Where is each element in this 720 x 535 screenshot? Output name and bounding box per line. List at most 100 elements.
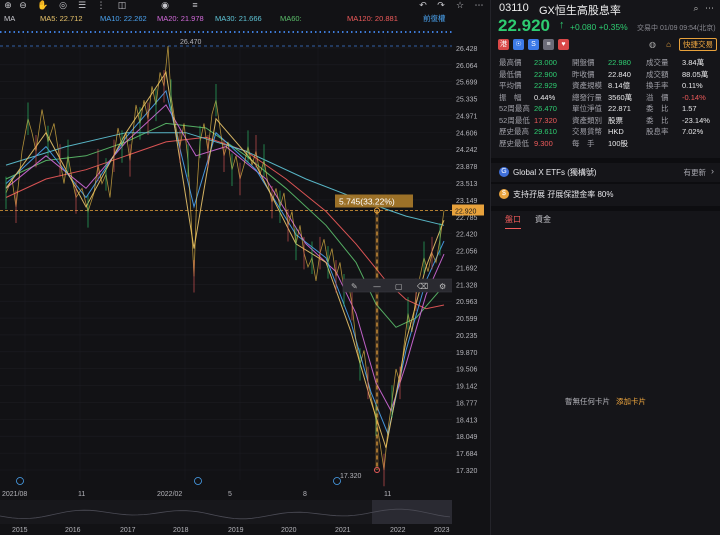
stat-row: 成交額 88.05萬 <box>646 69 708 80</box>
time-tick: 11 <box>384 491 391 498</box>
ma-legend-item: MA10: 22.262 <box>100 14 147 23</box>
more-icon[interactable]: ⋯ <box>474 0 484 10</box>
stat-value: 100股 <box>608 138 629 148</box>
stat-value: 26.470 <box>534 104 557 113</box>
stat-row: 資產規模 8.14億 <box>572 80 630 91</box>
tab-funds[interactable]: 資金 <box>535 214 551 228</box>
tb-zoom-out-icon[interactable]: ⊖ <box>18 0 28 10</box>
bell-icon[interactable]: ◍ <box>647 39 658 50</box>
stat-label: 換手率 <box>646 81 669 90</box>
tb-zoom-in-icon[interactable]: ⊕ <box>3 0 13 10</box>
price-tick: 18.777 <box>456 400 478 407</box>
stat-label: 總發行量 <box>572 92 602 102</box>
stat-row: 委 比 1.57 <box>646 103 697 114</box>
empty-cards-text: 暫無任何卡片 <box>564 397 610 406</box>
etf-badge-icon[interactable]: ☉ <box>513 39 524 50</box>
divider <box>491 182 720 184</box>
ma-legend: MA MA5: 22.712 MA10: 22.262 MA20: 21.978 MA3… <box>0 13 470 25</box>
stat-label: 委 比 <box>646 115 669 125</box>
stat-value: 3560萬 <box>608 92 633 102</box>
price-tick: 26.064 <box>456 63 478 70</box>
ma-legend-item: MA120: 20.881 <box>347 14 398 23</box>
stat-value: 22.840 <box>608 69 631 79</box>
stat-row: 52周最高 26.470 <box>499 103 557 114</box>
tb-hand-icon[interactable]: ✋ <box>37 0 48 10</box>
tb-list-icon[interactable]: ≡ <box>190 0 200 10</box>
stock-code: 03110 <box>499 2 529 14</box>
chart-toolbar: ⊕ ⊖ ✋ ◎ ☰ ⋮ ◫ ◉ ≡ ↶ ↷ ☆ ⋯ <box>0 0 490 12</box>
price-tick: 18.049 <box>456 434 478 441</box>
list-badge-icon[interactable]: ≡ <box>543 39 554 50</box>
year-tick: 2018 <box>173 527 189 534</box>
stat-row: 單位淨值 22.871 <box>572 103 631 114</box>
time-tick: 5 <box>228 491 232 498</box>
price-chart[interactable]: 26.470 5.745(33.22%) 17.320 ✎ — ▢ ⌫ ⚙ 26.428 26.0… <box>0 0 490 535</box>
redo-icon[interactable]: ↷ <box>436 0 446 10</box>
stat-row: 總發行量 3560萬 <box>572 92 632 103</box>
add-card-link[interactable]: 添加卡片 <box>616 397 646 406</box>
empty-cards: 暫無任何卡片 添加卡片 <box>491 396 720 407</box>
price-tick: 23.513 <box>456 181 478 188</box>
year-tick: 2017 <box>120 527 136 534</box>
star-icon[interactable]: ☆ <box>455 0 465 10</box>
hk-badge-icon[interactable]: 港 <box>498 39 509 50</box>
chevron-right-icon: › <box>711 166 714 176</box>
price-tick: 23.149 <box>456 198 478 205</box>
ma-legend-item: MA30: 21.666 <box>215 14 262 23</box>
tb-menu-icon[interactable]: ☰ <box>77 0 87 10</box>
stat-value: -23.14% <box>682 115 710 125</box>
quick-trade-button[interactable]: 快捷交易 <box>679 38 717 51</box>
price-tick: 19.142 <box>456 384 478 391</box>
stat-row: 振 幅 0.44% <box>499 92 555 103</box>
tb-target-icon[interactable]: ◎ <box>58 0 68 10</box>
high-label: 26.470 <box>180 39 202 46</box>
stat-label: 昨收價 <box>572 69 595 79</box>
price-tick: 19.506 <box>456 367 478 374</box>
stat-label: 歷史最低 <box>499 138 529 148</box>
stat-value: 股票 <box>608 115 623 125</box>
undo-icon[interactable]: ↶ <box>418 0 428 10</box>
stat-label: 開盤價 <box>572 58 595 67</box>
year-tick: 2022 <box>390 527 406 534</box>
lock-icon[interactable]: ⌂ <box>663 39 674 50</box>
margin-icon: $ <box>499 189 509 199</box>
stock-name: GX恒生高股息率 <box>539 5 621 17</box>
stat-label: 52周最高 <box>499 104 530 113</box>
stat-row: 開盤價 22.980 <box>572 57 631 68</box>
measure-label: 5.745(33.22%) <box>339 197 395 207</box>
stat-label: 振 幅 <box>499 92 522 102</box>
search-icon[interactable]: ⌕ <box>693 3 698 13</box>
last-price: 22.920 <box>498 16 550 35</box>
stat-row: 每 手 100股 <box>572 138 628 149</box>
drawing-tool-icon: ✎ <box>351 282 358 291</box>
price-change: +0.080 +0.35% <box>570 22 628 32</box>
heart-badge-icon[interactable]: ♥ <box>558 39 569 50</box>
s-badge-icon[interactable]: S <box>528 39 539 50</box>
more-icon[interactable]: ⋯ <box>705 3 714 13</box>
tb-eye-icon[interactable]: ◉ <box>160 0 170 10</box>
stat-value: 9.300 <box>534 138 553 148</box>
tb-camera-icon[interactable]: ◫ <box>117 0 127 10</box>
tb-dots-icon[interactable]: ⋮ <box>96 0 106 10</box>
price-tick: 20.235 <box>456 333 478 340</box>
etf-more-link[interactable]: 有更新 <box>684 167 707 178</box>
price-tick: 21.692 <box>456 265 478 272</box>
year-tick: 2021 <box>335 527 351 534</box>
panel-tabs: 盤口 資金 <box>499 214 714 229</box>
stat-row: 換手率 0.11% <box>646 80 703 91</box>
tab-orderbook[interactable]: 盤口 <box>505 214 521 229</box>
time-tick: 2022/02 <box>157 491 182 498</box>
etf-issuer-row[interactable]: G Global X ETFs (獨構號) 有更新 › <box>499 166 714 180</box>
chart-area[interactable]: 26.470 5.745(33.22%) 17.320 ✎ — ▢ ⌫ ⚙ 26.428 26.0… <box>0 0 490 535</box>
adjust-mode-label[interactable]: 前復權 <box>423 13 446 25</box>
current-price-tag-text: 22.920 <box>455 209 477 216</box>
stat-label: 每 手 <box>572 138 595 148</box>
year-tick: 2020 <box>281 527 297 534</box>
stat-label: 52周最低 <box>499 115 530 125</box>
overview-window <box>372 500 452 524</box>
stat-row: 成交量 3.84萬 <box>646 57 704 68</box>
divider <box>491 206 720 211</box>
stat-value: 0.44% <box>534 92 556 102</box>
time-tick: 11 <box>78 491 85 498</box>
stat-label: 歷史最高 <box>499 127 529 136</box>
